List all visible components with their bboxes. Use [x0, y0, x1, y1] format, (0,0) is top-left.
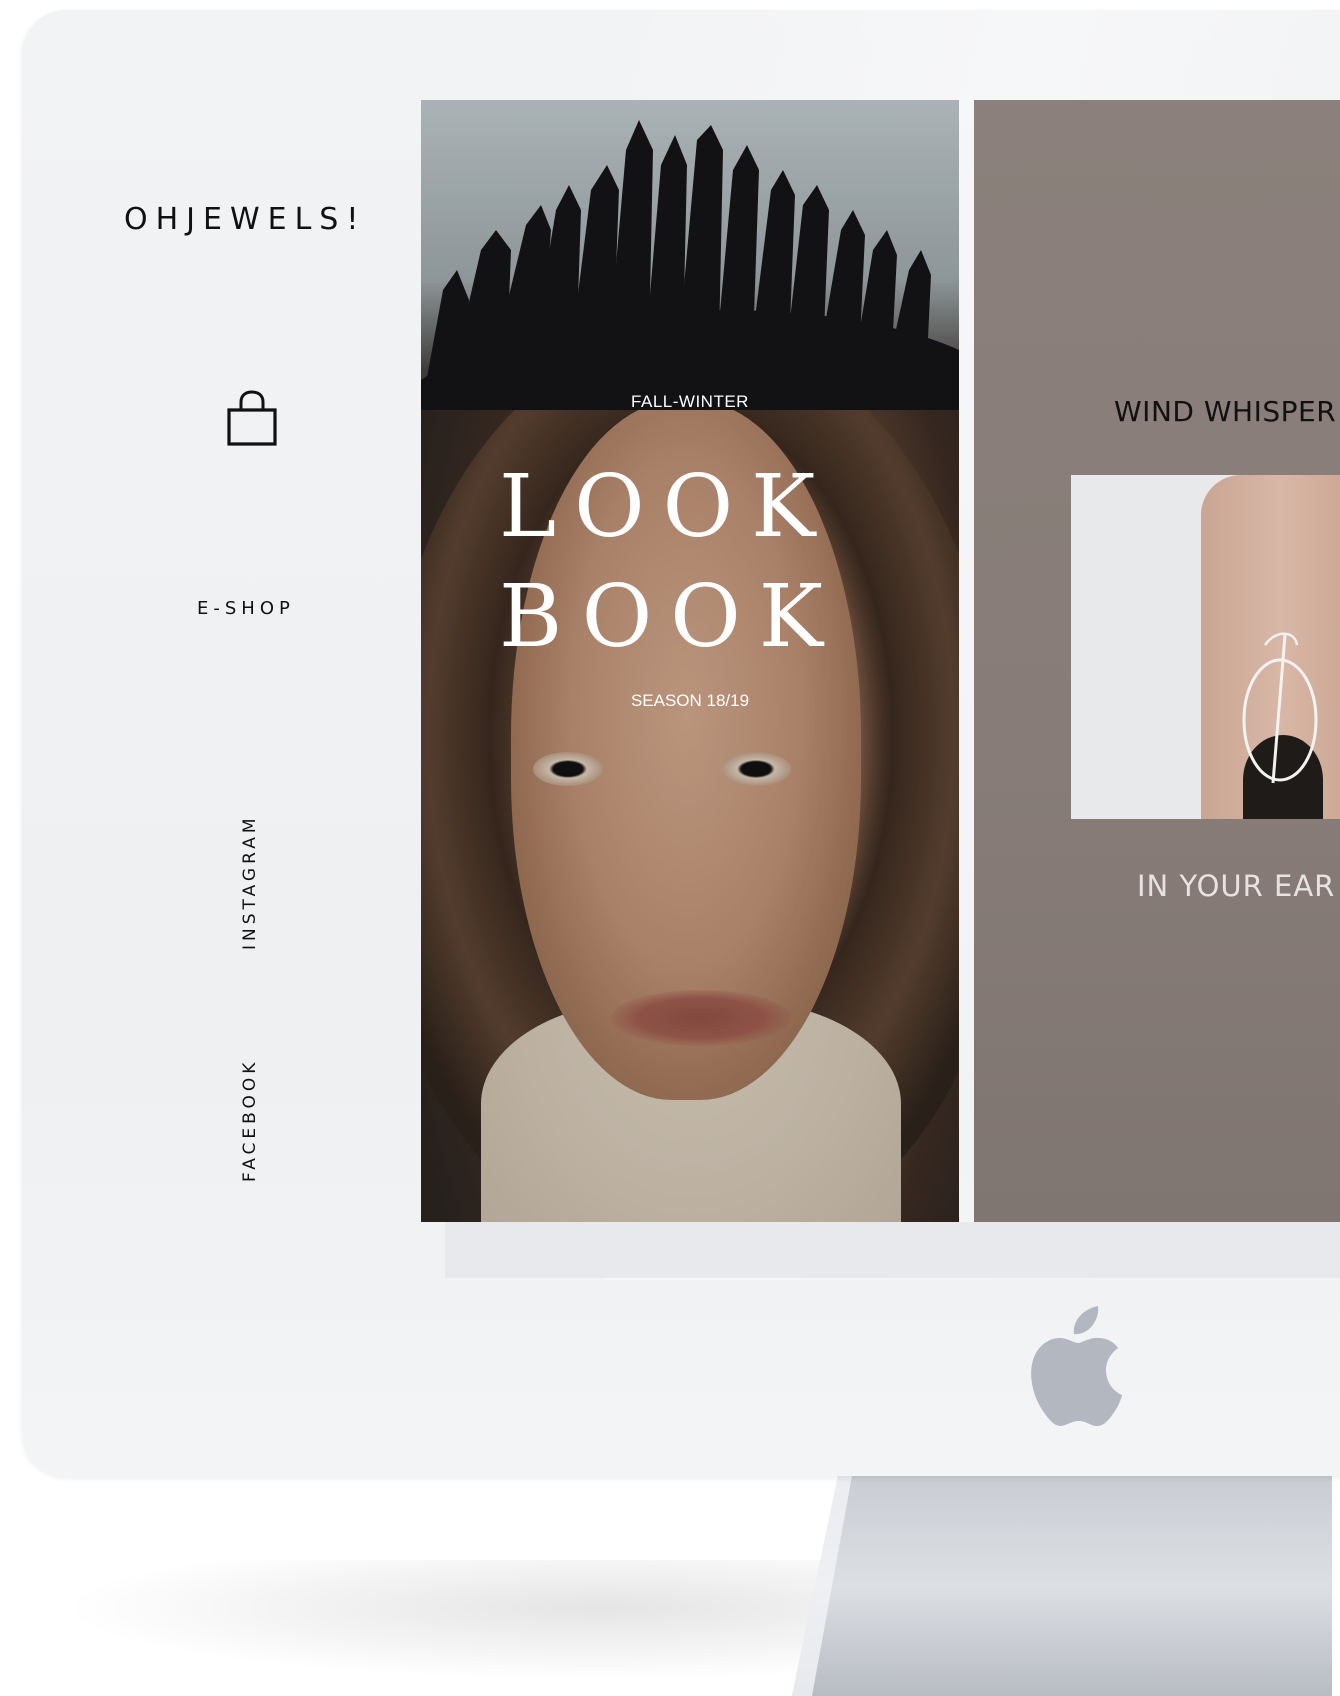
feature-panel[interactable]: WIND WHISPER IN YOUR EAR: [974, 100, 1340, 1222]
lookbook-title-line2: BOOK: [499, 567, 842, 667]
feature-subtitle: IN YOUR EAR: [1137, 869, 1336, 903]
shopping-bag-icon[interactable]: [224, 390, 280, 448]
earring-icon: [1242, 632, 1318, 784]
facebook-link[interactable]: FACEBOOK: [240, 1059, 260, 1182]
lookbook-title-line1: LOOK: [499, 457, 834, 557]
earring-photo[interactable]: [1071, 475, 1340, 819]
monitor-stand: [792, 1476, 1332, 1696]
brand-logo[interactable]: OHJEWELS!: [124, 202, 366, 237]
apple-logo-icon: [1031, 1306, 1122, 1426]
screen-bottom-edge: [445, 1222, 1340, 1278]
lookbook-banner[interactable]: FALL-WINTER LOOK BOOK SEASON 18/19: [421, 100, 959, 1222]
instagram-link[interactable]: INSTAGRAM: [240, 814, 260, 950]
lookbook-kicker: FALL-WINTER: [631, 392, 749, 411]
lookbook-season: SEASON 18/19: [630, 691, 750, 710]
feature-title: WIND WHISPER: [1114, 395, 1337, 428]
eshop-link[interactable]: E-SHOP: [197, 598, 295, 619]
stage: OHJEWELS! E-SHOP INSTAGRAM FACEBOOK FALL…: [0, 0, 1340, 1696]
